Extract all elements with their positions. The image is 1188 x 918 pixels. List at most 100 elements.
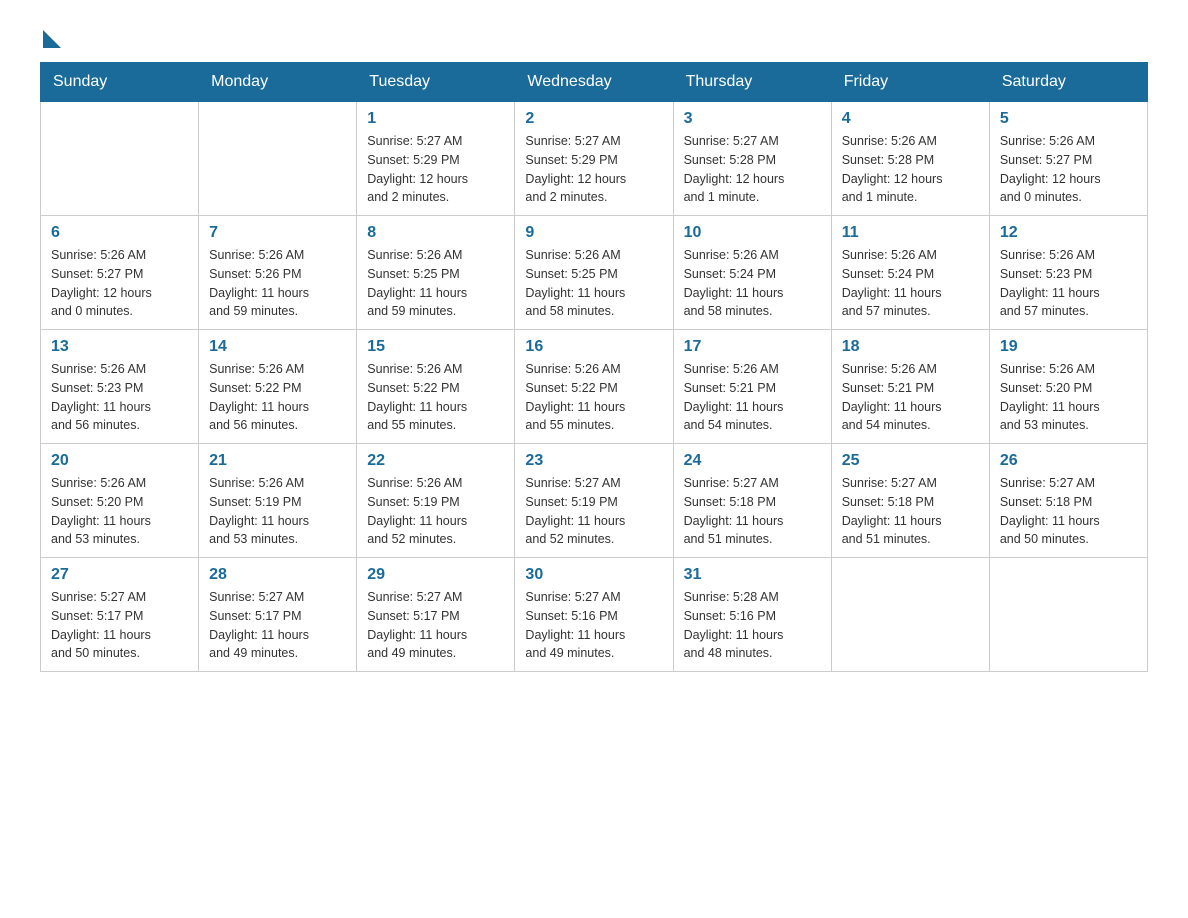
- day-info: Sunrise: 5:27 AM Sunset: 5:18 PM Dayligh…: [1000, 474, 1137, 549]
- calendar-cell: 17 Sunrise: 5:26 AM Sunset: 5:21 PM Dayli…: [673, 330, 831, 444]
- day-number: 2: [525, 110, 662, 128]
- day-number: 5: [1000, 110, 1137, 128]
- calendar-cell: 21Sunrise: 5:26 AM Sunset: 5:19 PM Dayli…: [199, 444, 357, 558]
- calendar-cell: 13Sunrise: 5:26 AM Sunset: 5:23 PM Dayli…: [41, 330, 199, 444]
- day-number: 4: [842, 110, 979, 128]
- weekday-header-monday: Monday: [199, 63, 357, 102]
- weekday-header-friday: Friday: [831, 63, 989, 102]
- logo-arrow-icon: [43, 30, 61, 48]
- calendar-cell: 6 Sunrise: 5:26 AM Sunset: 5:27 PM Daylig…: [41, 216, 199, 330]
- calendar-cell: 14Sunrise: 5:26 AM Sunset: 5:22 PM Dayli…: [199, 330, 357, 444]
- calendar-cell: [41, 102, 199, 216]
- calendar-cell: [199, 102, 357, 216]
- calendar-cell: 7Sunrise: 5:26 AM Sunset: 5:26 PM Daylig…: [199, 216, 357, 330]
- day-info: Sunrise: 5:26 AM Sunset: 5:27 PM Dayligh…: [1000, 132, 1137, 207]
- day-info: Sunrise: 5:27 AM Sunset: 5:18 PM Dayligh…: [684, 474, 821, 549]
- calendar-cell: 29 Sunrise: 5:27 AM Sunset: 5:17 PM Dayli…: [357, 558, 515, 672]
- day-number: 14: [209, 338, 346, 356]
- calendar-cell: 18 Sunrise: 5:26 AM Sunset: 5:21 PM Dayli…: [831, 330, 989, 444]
- calendar-week-row: 20Sunrise: 5:26 AM Sunset: 5:20 PM Dayli…: [41, 444, 1148, 558]
- day-number: 28: [209, 566, 346, 584]
- day-number: 6: [51, 224, 188, 242]
- day-info: Sunrise: 5:26 AM Sunset: 5:27 PM Dayligh…: [51, 246, 188, 321]
- day-number: 10: [684, 224, 821, 242]
- calendar-week-row: 13Sunrise: 5:26 AM Sunset: 5:23 PM Dayli…: [41, 330, 1148, 444]
- day-info: Sunrise: 5:26 AM Sunset: 5:23 PM Dayligh…: [1000, 246, 1137, 321]
- calendar-cell: 25 Sunrise: 5:27 AM Sunset: 5:18 PM Dayli…: [831, 444, 989, 558]
- calendar-cell: 5 Sunrise: 5:26 AM Sunset: 5:27 PM Daylig…: [989, 102, 1147, 216]
- calendar-cell: 24 Sunrise: 5:27 AM Sunset: 5:18 PM Dayli…: [673, 444, 831, 558]
- weekday-header-wednesday: Wednesday: [515, 63, 673, 102]
- day-number: 19: [1000, 338, 1137, 356]
- day-info: Sunrise: 5:26 AM Sunset: 5:19 PM Dayligh…: [209, 474, 346, 549]
- calendar-cell: [831, 558, 989, 672]
- day-info: Sunrise: 5:27 AM Sunset: 5:17 PM Dayligh…: [209, 588, 346, 663]
- day-number: 18: [842, 338, 979, 356]
- calendar-cell: 26 Sunrise: 5:27 AM Sunset: 5:18 PM Dayli…: [989, 444, 1147, 558]
- calendar-week-row: 27 Sunrise: 5:27 AM Sunset: 5:17 PM Dayli…: [41, 558, 1148, 672]
- day-number: 27: [51, 566, 188, 584]
- calendar-cell: 27 Sunrise: 5:27 AM Sunset: 5:17 PM Dayli…: [41, 558, 199, 672]
- day-number: 31: [684, 566, 821, 584]
- day-info: Sunrise: 5:26 AM Sunset: 5:24 PM Dayligh…: [684, 246, 821, 321]
- day-number: 20: [51, 452, 188, 470]
- day-info: Sunrise: 5:27 AM Sunset: 5:17 PM Dayligh…: [367, 588, 504, 663]
- day-info: Sunrise: 5:26 AM Sunset: 5:21 PM Dayligh…: [684, 360, 821, 435]
- day-number: 25: [842, 452, 979, 470]
- day-number: 17: [684, 338, 821, 356]
- calendar-cell: 30 Sunrise: 5:27 AM Sunset: 5:16 PM Dayli…: [515, 558, 673, 672]
- calendar-cell: 28 Sunrise: 5:27 AM Sunset: 5:17 PM Dayli…: [199, 558, 357, 672]
- day-info: Sunrise: 5:27 AM Sunset: 5:18 PM Dayligh…: [842, 474, 979, 549]
- calendar-cell: 8Sunrise: 5:26 AM Sunset: 5:25 PM Daylig…: [357, 216, 515, 330]
- day-info: Sunrise: 5:26 AM Sunset: 5:24 PM Dayligh…: [842, 246, 979, 321]
- day-info: Sunrise: 5:28 AM Sunset: 5:16 PM Dayligh…: [684, 588, 821, 663]
- calendar-cell: 4 Sunrise: 5:26 AM Sunset: 5:28 PM Daylig…: [831, 102, 989, 216]
- logo: [40, 30, 61, 42]
- day-info: Sunrise: 5:26 AM Sunset: 5:21 PM Dayligh…: [842, 360, 979, 435]
- day-number: 24: [684, 452, 821, 470]
- day-number: 30: [525, 566, 662, 584]
- day-number: 3: [684, 110, 821, 128]
- day-info: Sunrise: 5:27 AM Sunset: 5:19 PM Dayligh…: [525, 474, 662, 549]
- calendar-cell: 19 Sunrise: 5:26 AM Sunset: 5:20 PM Dayli…: [989, 330, 1147, 444]
- calendar-cell: 9Sunrise: 5:26 AM Sunset: 5:25 PM Daylig…: [515, 216, 673, 330]
- day-info: Sunrise: 5:26 AM Sunset: 5:26 PM Dayligh…: [209, 246, 346, 321]
- day-info: Sunrise: 5:27 AM Sunset: 5:17 PM Dayligh…: [51, 588, 188, 663]
- weekday-header-row: SundayMondayTuesdayWednesdayThursdayFrid…: [41, 63, 1148, 102]
- calendar-cell: 2Sunrise: 5:27 AM Sunset: 5:29 PM Daylig…: [515, 102, 673, 216]
- weekday-header-tuesday: Tuesday: [357, 63, 515, 102]
- calendar-cell: 20Sunrise: 5:26 AM Sunset: 5:20 PM Dayli…: [41, 444, 199, 558]
- day-number: 15: [367, 338, 504, 356]
- day-info: Sunrise: 5:26 AM Sunset: 5:23 PM Dayligh…: [51, 360, 188, 435]
- calendar-cell: 15 Sunrise: 5:26 AM Sunset: 5:22 PM Dayli…: [357, 330, 515, 444]
- day-number: 16: [525, 338, 662, 356]
- day-number: 22: [367, 452, 504, 470]
- day-number: 8: [367, 224, 504, 242]
- weekday-header-sunday: Sunday: [41, 63, 199, 102]
- page-header: [40, 30, 1148, 42]
- calendar-cell: 16Sunrise: 5:26 AM Sunset: 5:22 PM Dayli…: [515, 330, 673, 444]
- day-number: 12: [1000, 224, 1137, 242]
- day-info: Sunrise: 5:26 AM Sunset: 5:20 PM Dayligh…: [1000, 360, 1137, 435]
- calendar-cell: 1 Sunrise: 5:27 AM Sunset: 5:29 PM Daylig…: [357, 102, 515, 216]
- day-info: Sunrise: 5:27 AM Sunset: 5:29 PM Dayligh…: [367, 132, 504, 207]
- calendar-week-row: 1 Sunrise: 5:27 AM Sunset: 5:29 PM Daylig…: [41, 102, 1148, 216]
- day-info: Sunrise: 5:27 AM Sunset: 5:16 PM Dayligh…: [525, 588, 662, 663]
- calendar-cell: 23 Sunrise: 5:27 AM Sunset: 5:19 PM Dayli…: [515, 444, 673, 558]
- calendar-cell: 31 Sunrise: 5:28 AM Sunset: 5:16 PM Dayli…: [673, 558, 831, 672]
- calendar-table: SundayMondayTuesdayWednesdayThursdayFrid…: [40, 62, 1148, 672]
- day-info: Sunrise: 5:26 AM Sunset: 5:28 PM Dayligh…: [842, 132, 979, 207]
- day-number: 11: [842, 224, 979, 242]
- day-number: 9: [525, 224, 662, 242]
- day-number: 23: [525, 452, 662, 470]
- day-info: Sunrise: 5:27 AM Sunset: 5:28 PM Dayligh…: [684, 132, 821, 207]
- calendar-cell: 22 Sunrise: 5:26 AM Sunset: 5:19 PM Dayli…: [357, 444, 515, 558]
- day-number: 26: [1000, 452, 1137, 470]
- calendar-week-row: 6 Sunrise: 5:26 AM Sunset: 5:27 PM Daylig…: [41, 216, 1148, 330]
- calendar-cell: 12 Sunrise: 5:26 AM Sunset: 5:23 PM Dayli…: [989, 216, 1147, 330]
- day-info: Sunrise: 5:26 AM Sunset: 5:22 PM Dayligh…: [367, 360, 504, 435]
- day-number: 1: [367, 110, 504, 128]
- day-info: Sunrise: 5:26 AM Sunset: 5:19 PM Dayligh…: [367, 474, 504, 549]
- weekday-header-saturday: Saturday: [989, 63, 1147, 102]
- day-number: 29: [367, 566, 504, 584]
